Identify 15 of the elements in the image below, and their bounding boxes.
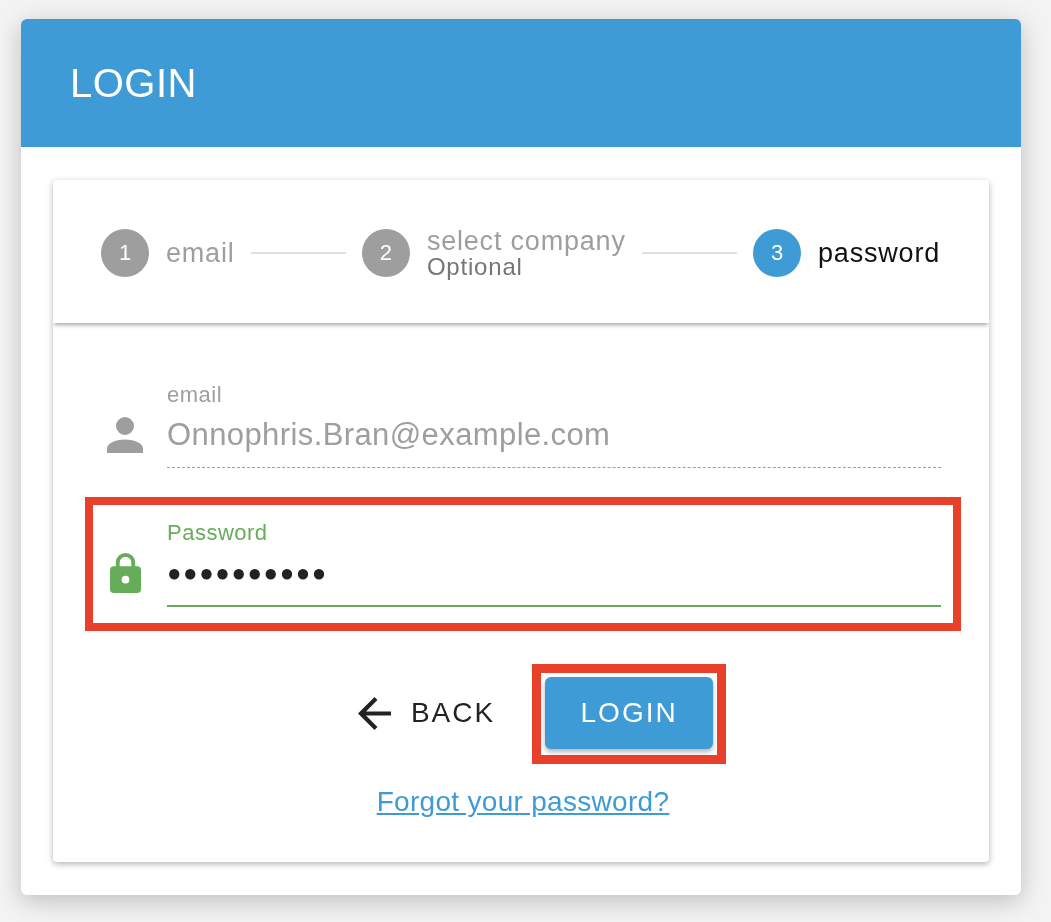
step-label: select company [426, 226, 626, 255]
page-title: LOGIN [70, 60, 197, 106]
step-number: 3 [753, 228, 802, 277]
lock-icon [109, 553, 141, 593]
step-sublabel: Optional [426, 254, 523, 279]
login-button[interactable]: LOGIN [545, 677, 714, 749]
arrow-left-icon [357, 696, 391, 730]
step-number: 1 [101, 228, 149, 277]
person-icon [107, 417, 143, 453]
password-field[interactable]: Password ●●●●●●●●●● [167, 521, 941, 607]
step-label: email [166, 238, 235, 267]
step-label: password [818, 238, 940, 267]
back-button[interactable]: BACK [341, 677, 512, 749]
forgot-password-link[interactable]: Forgot your password? [376, 786, 670, 817]
step-number: 2 [361, 228, 410, 277]
